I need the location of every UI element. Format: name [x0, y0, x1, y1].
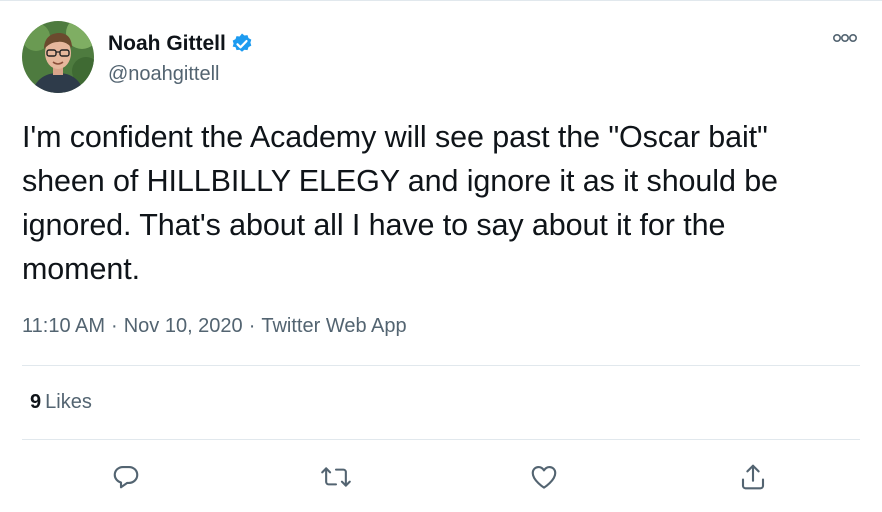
author-names: Noah Gittell @noahgittell	[108, 29, 254, 86]
likes-label: Likes	[45, 391, 92, 413]
verified-badge-icon	[230, 32, 254, 56]
meta-separator: ·	[111, 315, 118, 337]
tweet-date[interactable]: Nov 10, 2020	[124, 315, 243, 337]
likes-count: 9	[30, 391, 42, 413]
more-horizontal-icon[interactable]	[832, 31, 858, 45]
heart-icon	[529, 462, 559, 492]
author-display-name[interactable]: Noah Gittell	[108, 32, 226, 56]
meta-separator: ·	[248, 315, 256, 337]
avatar[interactable]	[22, 21, 94, 93]
author-handle[interactable]: @noahgittell	[108, 63, 254, 86]
retweet-icon	[320, 462, 352, 492]
action-bar	[0, 459, 882, 495]
like-button[interactable]	[526, 459, 562, 495]
retweet-button[interactable]	[318, 459, 354, 495]
tweet-header: Noah Gittell @noahgittell	[22, 21, 254, 93]
tweet-source[interactable]: Twitter Web App	[261, 315, 406, 337]
tweet-card: Noah Gittell @noahgittell I'm confident …	[0, 0, 882, 512]
share-button[interactable]	[735, 459, 771, 495]
divider	[22, 439, 860, 440]
tweet-text: I'm confident the Academy will see past …	[22, 120, 778, 286]
tweet-meta: 11:10 AM · Nov 10, 2020 · Twitter Web App	[22, 315, 407, 338]
reply-icon	[111, 462, 141, 492]
tweet-time[interactable]: 11:10 AM	[22, 315, 105, 337]
name-row: Noah Gittell	[108, 29, 254, 59]
divider	[22, 365, 860, 366]
share-icon	[738, 462, 768, 492]
likes-stat[interactable]: 9 Likes	[30, 391, 92, 414]
reply-button[interactable]	[108, 459, 144, 495]
